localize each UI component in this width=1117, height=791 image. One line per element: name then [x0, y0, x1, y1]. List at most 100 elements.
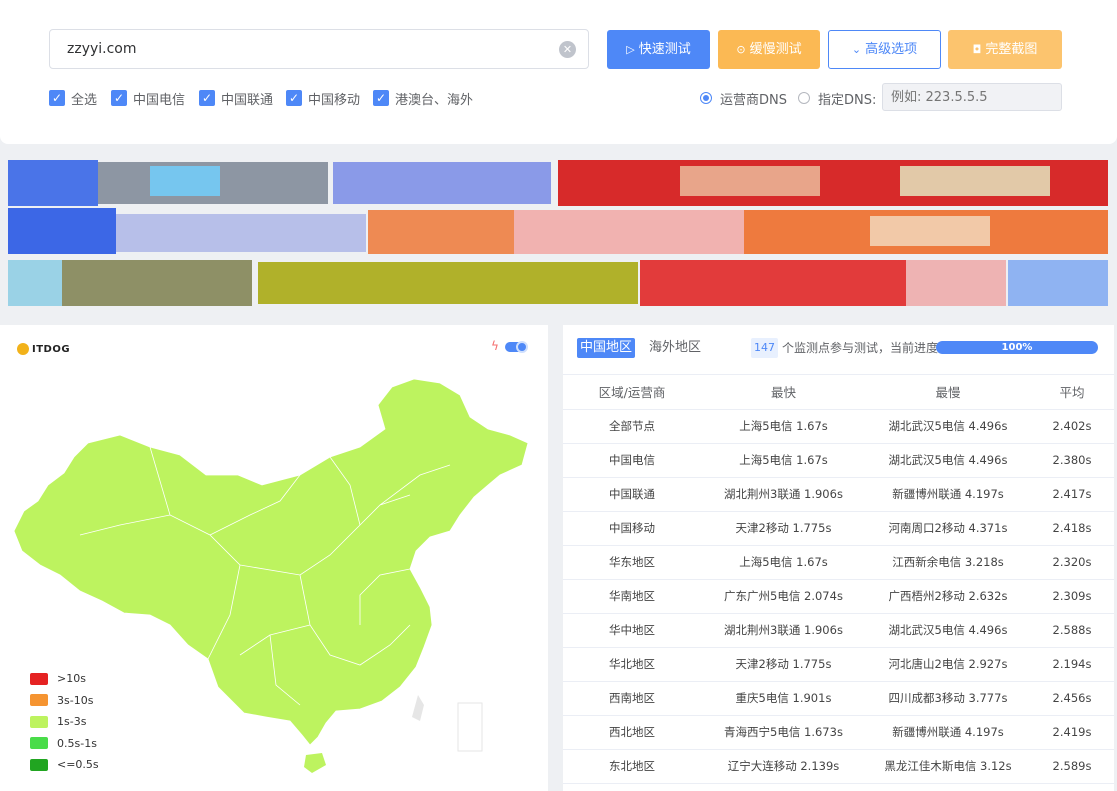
table-row: 华南地区 广东广州5电信 2.074s 广西梧州2移动 2.632s 2.309s [563, 580, 1114, 614]
screenshot-label: 完整截图 [985, 42, 1038, 57]
legend-label: <=0.5s [57, 758, 99, 772]
legend-swatch [30, 737, 48, 750]
header-slowest[interactable]: 最慢 [866, 375, 1030, 410]
cell-region: 西北地区 [609, 725, 655, 739]
chevron-double-down-icon: ⌄ [851, 43, 862, 56]
cell-slowest: 黑龙江佳木斯电信 3.12s [884, 759, 1012, 773]
check-icon: ✓ [111, 90, 127, 106]
legend-item: >10s [30, 668, 99, 690]
radio-label: 运营商DNS [720, 92, 787, 108]
legend-item: 3s-10s [30, 690, 99, 712]
cell-slowest: 河南周口2移动 4.371s [888, 521, 1008, 535]
cell-slowest: 新疆博州联通 4.197s [892, 725, 1004, 739]
cell-region: 全部节点 [609, 419, 655, 433]
cell-region: 华东地区 [609, 555, 655, 569]
south-sea-inset [457, 702, 483, 752]
legend-item: 0.5s-1s [30, 733, 99, 755]
cell-fastest: 广东广州5电信 2.074s [724, 589, 843, 603]
radio-isp-dns[interactable]: 运营商DNS [700, 89, 787, 108]
radio-dot [700, 92, 712, 104]
cell-average: 2.588s [1052, 623, 1092, 637]
check-icon: ✓ [49, 90, 65, 106]
checkbox-label: 中国移动 [308, 92, 361, 108]
node-count-badge: 147 [751, 338, 778, 358]
advanced-options-button[interactable]: ⌄ 高级选项 [828, 30, 941, 69]
slow-test-label: 缓慢测试 [749, 42, 802, 57]
tab-china[interactable]: 中国地区 [577, 338, 636, 358]
checkbox-select-all[interactable]: ✓ 全选 [49, 89, 98, 108]
cell-slowest: 湖北武汉5电信 4.496s [888, 453, 1008, 467]
cell-region: 中国联通 [609, 487, 655, 501]
legend-label: >10s [57, 672, 86, 686]
play-icon: ▷ [626, 43, 635, 56]
legend-item: <=0.5s [30, 754, 99, 776]
table-row: 华北地区 天津2移动 1.775s 河北唐山2电信 2.927s 2.194s [563, 648, 1114, 682]
legend-label: 3s-10s [57, 693, 94, 707]
checkbox-label: 中国联通 [221, 92, 274, 108]
screenshot-button[interactable]: ◘ 完整截图 [948, 30, 1062, 69]
url-input[interactable] [67, 30, 547, 68]
cell-fastest: 天津2移动 1.775s [735, 657, 832, 671]
cell-fastest: 湖北荆州3联通 1.906s [724, 487, 843, 501]
cell-average: 2.309s [1052, 589, 1092, 603]
header-average[interactable]: 平均 [1030, 375, 1114, 410]
check-icon: ✓ [199, 90, 215, 106]
checkbox-telecom[interactable]: ✓ 中国电信 [111, 89, 185, 108]
custom-dns-input[interactable] [882, 83, 1062, 111]
cell-region: 东北地区 [609, 759, 655, 773]
checkbox-label: 全选 [71, 92, 98, 108]
legend-label: 0.5s-1s [57, 736, 97, 750]
table-row: 华东地区 上海5电信 1.67s 江西新余电信 3.218s 2.320s [563, 546, 1114, 580]
header-region[interactable]: 区域/运营商 [563, 375, 701, 410]
cell-average: 2.402s [1052, 419, 1092, 433]
count-description: 个监测点参与测试，当前进度: [782, 341, 943, 355]
table-row: 西南地区 重庆5电信 1.901s 四川成都3移动 3.777s 2.456s [563, 682, 1114, 716]
cell-average: 2.380s [1052, 453, 1092, 467]
cell-average: 2.418s [1052, 521, 1092, 535]
cell-fastest: 重庆5电信 1.901s [735, 691, 832, 705]
slow-test-button[interactable]: ⊙ 缓慢测试 [718, 30, 820, 69]
fast-test-button[interactable]: ▷ 快速测试 [607, 30, 710, 69]
cell-slowest: 湖北武汉5电信 4.496s [888, 419, 1008, 433]
cell-average: 2.589s [1052, 759, 1092, 773]
clear-circle-icon[interactable]: ✕ [559, 41, 576, 58]
cell-slowest: 江西新余电信 3.218s [892, 555, 1004, 569]
cell-fastest: 上海5电信 1.67s [739, 555, 828, 569]
checkbox-unicom[interactable]: ✓ 中国联通 [199, 89, 274, 108]
tab-overseas[interactable]: 海外地区 [646, 338, 704, 358]
cell-slowest: 新疆博州联通 4.197s [892, 487, 1004, 501]
cell-average: 2.320s [1052, 555, 1092, 569]
cell-region: 中国电信 [609, 453, 655, 467]
hainan-island[interactable] [304, 753, 326, 773]
results-mosaic [0, 152, 1117, 310]
play-circle-icon: ⊙ [736, 43, 746, 56]
radio-custom-dns[interactable]: 指定DNS: [798, 89, 877, 108]
cell-slowest: 四川成都3移动 3.777s [888, 691, 1008, 705]
table-row: 中国电信 上海5电信 1.67s 湖北武汉5电信 4.496s 2.380s [563, 444, 1114, 478]
cell-region: 华中地区 [609, 623, 655, 637]
cell-fastest: 天津2移动 1.775s [735, 521, 832, 535]
table-row: 西北地区 青海西宁5电信 1.673s 新疆博州联通 4.197s 2.419s [563, 716, 1114, 750]
cell-average: 2.417s [1052, 487, 1092, 501]
legend-swatch [30, 715, 48, 728]
checkbox-overseas[interactable]: ✓ 港澳台、海外 [373, 89, 473, 108]
table-row: 全部节点 上海5电信 1.67s 湖北武汉5电信 4.496s 2.402s [563, 410, 1114, 444]
table-row: 华中地区 湖北荆州3联通 1.906s 湖北武汉5电信 4.496s 2.588s [563, 614, 1114, 648]
header-fastest[interactable]: 最快 [701, 375, 866, 410]
checkbox-mobile[interactable]: ✓ 中国移动 [286, 89, 361, 108]
legend-label: 1s-3s [57, 715, 87, 729]
legend-swatch [30, 672, 48, 685]
url-input-wrapper: ✕ [49, 29, 589, 69]
check-icon: ✓ [373, 90, 389, 106]
radio-label: 指定DNS: [818, 92, 877, 108]
taiwan-island [412, 695, 424, 721]
cell-region: 华北地区 [609, 657, 655, 671]
cell-fastest: 辽宁大连移动 2.139s [727, 759, 840, 773]
legend-swatch [30, 758, 48, 771]
cell-fastest: 上海5电信 1.67s [739, 419, 828, 433]
cell-fastest: 青海西宁5电信 1.673s [724, 725, 843, 739]
progress-bar: 100% [936, 341, 1098, 354]
cell-average: 2.456s [1052, 691, 1092, 705]
fast-test-label: 快速测试 [638, 42, 691, 57]
legend-item: 1s-3s [30, 711, 99, 733]
